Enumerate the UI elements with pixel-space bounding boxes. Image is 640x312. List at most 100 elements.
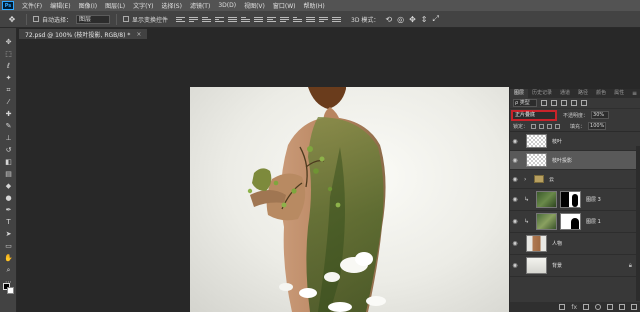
layer-row[interactable]: ◉ 背景 🔒︎ bbox=[510, 255, 640, 277]
opacity-input[interactable]: 30% bbox=[591, 111, 610, 119]
layer-name[interactable]: 枝叶 bbox=[552, 138, 562, 145]
layer-name[interactable]: 图层 1 bbox=[586, 218, 601, 225]
filter-shape-icon[interactable] bbox=[571, 100, 577, 106]
align-bottom-icon[interactable] bbox=[202, 15, 212, 24]
layer-mask-thumbnail[interactable] bbox=[560, 213, 581, 230]
history-brush-tool-icon[interactable]: ↺ bbox=[3, 146, 14, 155]
zoom-tool-icon[interactable]: ⌕ bbox=[3, 266, 14, 275]
panel-menu-icon[interactable]: ≡ bbox=[632, 90, 637, 97]
distribute-top-icon[interactable] bbox=[254, 15, 264, 24]
clone-stamp-tool-icon[interactable]: ⊥ bbox=[3, 134, 14, 143]
tab-properties[interactable]: 属性 bbox=[610, 89, 628, 98]
tab-color[interactable]: 颜色 bbox=[592, 89, 610, 98]
layers-scrollbar[interactable] bbox=[636, 146, 640, 301]
layer-row[interactable]: ◉ › 云 bbox=[510, 170, 640, 189]
document-canvas[interactable] bbox=[190, 87, 509, 312]
menu-help[interactable]: 帮助(H) bbox=[304, 1, 325, 10]
layer-row[interactable]: ◉ ↳ 图层 1 bbox=[510, 211, 640, 233]
align-vcenter-icon[interactable] bbox=[189, 15, 199, 24]
filter-adjustment-icon[interactable] bbox=[551, 100, 557, 106]
adjustment-layer-icon[interactable] bbox=[595, 304, 601, 310]
lock-all-icon[interactable] bbox=[555, 123, 561, 129]
close-tab-icon[interactable]: × bbox=[136, 31, 141, 38]
align-top-icon[interactable] bbox=[176, 15, 186, 24]
blur-tool-icon[interactable]: ◆ bbox=[3, 182, 14, 191]
menu-file[interactable]: 文件(F) bbox=[22, 1, 42, 10]
distribute-left-icon[interactable] bbox=[293, 15, 303, 24]
visibility-eye-icon[interactable]: ◉ bbox=[510, 157, 520, 164]
menu-image[interactable]: 图像(I) bbox=[79, 1, 97, 10]
3d-pan-icon[interactable]: ✥ bbox=[409, 15, 416, 24]
align-right-icon[interactable] bbox=[241, 15, 251, 24]
visibility-eye-icon[interactable]: ◉ bbox=[510, 218, 520, 225]
auto-select-dropdown[interactable]: 图层 bbox=[76, 14, 111, 24]
layer-style-icon[interactable]: fx bbox=[571, 304, 577, 311]
group-arrow-icon[interactable]: › bbox=[524, 176, 526, 183]
link-layers-icon[interactable] bbox=[559, 304, 566, 310]
lock-position-icon[interactable] bbox=[547, 123, 553, 129]
layer-name[interactable]: 枝叶投影 bbox=[552, 157, 572, 164]
3d-scale-icon[interactable]: ⤢ bbox=[432, 14, 438, 24]
eraser-tool-icon[interactable]: ◧ bbox=[3, 158, 14, 167]
fill-input[interactable]: 100% bbox=[588, 122, 607, 130]
new-layer-icon[interactable] bbox=[619, 304, 625, 310]
layer-row-selected[interactable]: ◉ 枝叶投影 bbox=[510, 151, 640, 170]
document-tab[interactable]: 72.psd @ 100% (枝叶投影, RGB/8) * × bbox=[19, 29, 148, 39]
menu-select[interactable]: 选择(S) bbox=[161, 1, 182, 10]
lock-transparent-icon[interactable] bbox=[531, 123, 537, 129]
layer-row[interactable]: ◉ 人物 bbox=[510, 233, 640, 255]
align-left-icon[interactable] bbox=[215, 15, 225, 24]
path-selection-tool-icon[interactable]: ➤ bbox=[3, 230, 14, 239]
new-group-icon[interactable] bbox=[607, 304, 613, 310]
layer-name[interactable]: 人物 bbox=[552, 240, 562, 247]
visibility-eye-icon[interactable]: ◉ bbox=[510, 176, 520, 183]
distribute-vcenter-icon[interactable] bbox=[267, 15, 277, 24]
auto-select-checkbox[interactable] bbox=[33, 16, 39, 22]
layer-name[interactable]: 云 bbox=[549, 176, 554, 183]
delete-layer-icon[interactable] bbox=[631, 304, 637, 310]
marquee-tool-icon[interactable]: ⬚ bbox=[3, 50, 14, 59]
layer-row[interactable]: ◉ ↳ 图层 3 bbox=[510, 189, 640, 211]
visibility-eye-icon[interactable]: ◉ bbox=[510, 138, 520, 145]
eyedropper-tool-icon[interactable]: ⁄ bbox=[3, 98, 14, 107]
visibility-eye-icon[interactable]: ◉ bbox=[510, 196, 520, 203]
layer-filter-kind[interactable]: ρ 类型 bbox=[513, 99, 537, 107]
tab-layers[interactable]: 图层 bbox=[510, 89, 529, 98]
brush-tool-icon[interactable]: ✎ bbox=[3, 122, 14, 131]
menu-window[interactable]: 窗口(W) bbox=[273, 1, 296, 10]
layer-mask-thumbnail[interactable] bbox=[560, 191, 581, 208]
crop-tool-icon[interactable]: ⌗ bbox=[3, 86, 14, 95]
blend-mode-dropdown[interactable]: 正片叠底 bbox=[511, 109, 557, 121]
distribute-right-icon[interactable] bbox=[319, 15, 329, 24]
visibility-eye-icon[interactable]: ◉ bbox=[510, 262, 520, 269]
filter-pixel-icon[interactable] bbox=[541, 100, 547, 106]
pen-tool-icon[interactable]: ✒ bbox=[3, 206, 14, 215]
menu-edit[interactable]: 编辑(E) bbox=[50, 1, 70, 10]
filter-smart-object-icon[interactable] bbox=[581, 100, 587, 106]
background-color-swatch[interactable] bbox=[7, 287, 14, 294]
lasso-tool-icon[interactable]: ℓ bbox=[3, 62, 14, 71]
gradient-tool-icon[interactable]: ▤ bbox=[3, 170, 14, 179]
menu-3d[interactable]: 3D(D) bbox=[218, 2, 236, 9]
canvas-workspace[interactable] bbox=[17, 39, 509, 312]
menu-type[interactable]: 文字(Y) bbox=[133, 1, 153, 10]
type-tool-icon[interactable]: T bbox=[3, 218, 14, 227]
lock-image-icon[interactable] bbox=[539, 123, 545, 129]
hand-tool-icon[interactable]: ✋ bbox=[3, 254, 14, 263]
3d-slide-icon[interactable]: ⇕ bbox=[421, 15, 428, 24]
align-hcenter-icon[interactable] bbox=[228, 15, 238, 24]
move-tool-icon[interactable]: ✥ bbox=[3, 38, 14, 47]
visibility-eye-icon[interactable]: ◉ bbox=[510, 240, 520, 247]
add-mask-icon[interactable] bbox=[583, 304, 589, 310]
tab-history[interactable]: 历史记录 bbox=[528, 89, 556, 98]
distribute-bottom-icon[interactable] bbox=[280, 15, 290, 24]
3d-roll-icon[interactable]: ◎ bbox=[397, 15, 404, 24]
3d-rotate-icon[interactable]: ⟲ bbox=[385, 15, 392, 24]
distribute-hcenter-icon[interactable] bbox=[306, 15, 316, 24]
tab-channels[interactable]: 通道 bbox=[556, 89, 574, 98]
menu-filter[interactable]: 滤镜(T) bbox=[190, 1, 210, 10]
layer-row[interactable]: ◉ 枝叶 bbox=[510, 132, 640, 151]
auto-align-icon[interactable] bbox=[332, 15, 342, 24]
magic-wand-tool-icon[interactable]: ✦ bbox=[3, 74, 14, 83]
layer-name[interactable]: 图层 3 bbox=[586, 196, 601, 203]
